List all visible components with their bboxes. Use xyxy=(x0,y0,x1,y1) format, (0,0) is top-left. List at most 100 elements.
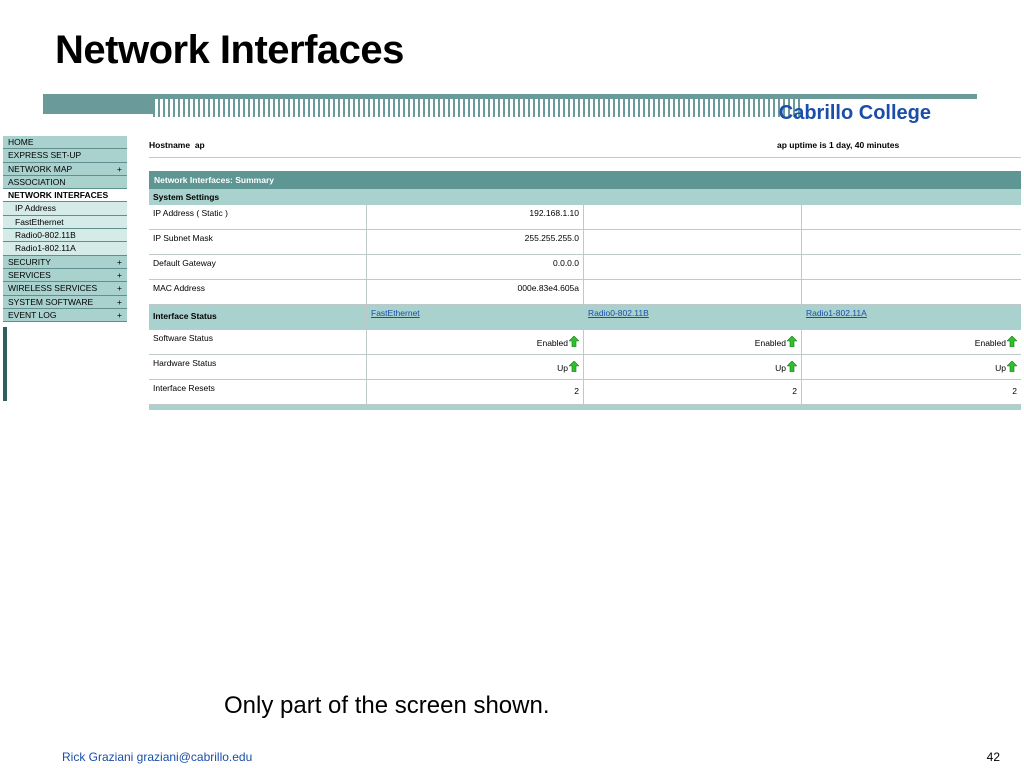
status-value: Up xyxy=(557,363,568,373)
row-label: MAC Address xyxy=(149,280,367,304)
sidebar-item-ip-address[interactable]: IP Address xyxy=(3,202,127,216)
interface-link-cell: FastEthernet xyxy=(367,305,584,329)
status-value: Enabled xyxy=(754,338,786,348)
sidebar-item-association[interactable]: ASSOCIATION xyxy=(3,175,127,190)
sidebar-item-label: SERVICES xyxy=(8,269,51,280)
expand-icon: + xyxy=(117,309,122,320)
sidebar-item-wireless-services[interactable]: WIRELESS SERVICES + xyxy=(3,282,127,296)
row-label: Interface Resets xyxy=(149,380,367,404)
table-row: MAC Address 000e.83e4.605a xyxy=(149,280,1021,305)
slide-title: Network Interfaces xyxy=(55,28,404,72)
sidebar-item-express-setup[interactable]: EXPRESS SET-UP xyxy=(3,149,127,163)
sidebar-item-label: HOME xyxy=(8,137,34,147)
status-value: Up xyxy=(775,363,786,373)
fastethernet-link[interactable]: FastEthernet xyxy=(371,308,420,318)
sidebar-item-radio1[interactable]: Radio1-802.11A xyxy=(3,242,127,256)
status-cell: Up xyxy=(367,355,584,379)
sidebar-item-label: ASSOCIATION xyxy=(8,176,66,187)
sidebar-item-label: NETWORK MAP xyxy=(8,163,73,174)
row-label: Hardware Status xyxy=(149,355,367,379)
resets-cell: 2 xyxy=(367,380,584,404)
table-row: Interface Resets 2 2 2 xyxy=(149,380,1021,405)
sidebar-item-network-map[interactable]: NETWORK MAP + xyxy=(3,162,127,176)
interface-status-header: Interface Status FastEthernet Radio0-802… xyxy=(149,305,1021,330)
hostname-line: Hostname ap xyxy=(149,140,205,150)
system-settings-header: System Settings xyxy=(149,189,1021,205)
expand-icon: + xyxy=(117,163,122,174)
sidebar-item-home[interactable]: HOME xyxy=(3,136,127,150)
slide-caption: Only part of the screen shown. xyxy=(224,692,550,719)
empty-cell xyxy=(584,255,802,279)
sidebar-nav: HOME EXPRESS SET-UP NETWORK MAP + ASSOCIA… xyxy=(3,136,127,401)
resets-cell: 2 xyxy=(1012,386,1017,396)
green-up-arrow-icon xyxy=(1007,336,1017,347)
green-up-arrow-icon xyxy=(787,361,797,372)
expand-icon: + xyxy=(117,269,122,280)
sidebar-item-label: WIRELESS SERVICES xyxy=(8,283,98,294)
radio0-link[interactable]: Radio0-802.11B xyxy=(588,308,649,318)
panel-title: Network Interfaces: Summary xyxy=(149,171,1021,189)
sidebar-item-label: NETWORK INTERFACES xyxy=(8,190,109,201)
sidebar-item-fastethernet[interactable]: FastEthernet xyxy=(3,215,127,230)
green-up-arrow-icon xyxy=(787,336,797,347)
empty-cell xyxy=(802,230,1021,254)
sidebar-strip xyxy=(3,327,7,401)
expand-icon: + xyxy=(117,256,122,267)
hostname-label: Hostname xyxy=(149,140,191,150)
status-value: Enabled xyxy=(974,338,1006,348)
table-row: Default Gateway 0.0.0.0 xyxy=(149,255,1021,280)
row-label: Default Gateway xyxy=(149,255,367,279)
sidebar-item-label: FastEthernet xyxy=(15,216,64,227)
sidebar-item-label: SYSTEM SOFTWARE xyxy=(8,296,94,307)
empty-cell xyxy=(802,280,1021,304)
table-row: Hardware Status Up Up Up xyxy=(149,355,1021,380)
row-label: IP Address ( Static ) xyxy=(149,205,367,229)
table-row: IP Subnet Mask 255.255.255.0 xyxy=(149,230,1021,255)
sidebar-item-services[interactable]: SERVICES + xyxy=(3,268,127,283)
sidebar-item-security[interactable]: SECURITY + xyxy=(3,255,127,269)
section-label: Interface Status xyxy=(153,311,217,321)
panel-footer-bar xyxy=(149,405,1021,410)
table-row: IP Address ( Static ) 192.168.1.10 xyxy=(149,205,1021,230)
radio1-link[interactable]: Radio1-802.11A xyxy=(806,308,867,318)
sidebar-item-event-log[interactable]: EVENT LOG + xyxy=(3,308,127,323)
row-value: 255.255.255.0 xyxy=(367,230,584,254)
hostname-value: ap xyxy=(194,140,205,150)
status-cell: Enabled xyxy=(802,330,1021,354)
banner: Cabrillo College xyxy=(43,94,977,124)
empty-cell xyxy=(584,230,802,254)
sidebar-item-network-interfaces[interactable]: NETWORK INTERFACES xyxy=(3,189,127,203)
sidebar-item-radio0[interactable]: Radio0-802.11B xyxy=(3,229,127,243)
header-divider xyxy=(149,157,1021,158)
row-value: 0.0.0.0 xyxy=(367,255,584,279)
row-value: 192.168.1.10 xyxy=(367,205,584,229)
expand-icon: + xyxy=(117,296,122,307)
status-value: Up xyxy=(995,363,1006,373)
green-up-arrow-icon xyxy=(1007,361,1017,372)
banner-solid xyxy=(43,99,153,114)
page-number: 42 xyxy=(986,750,1000,764)
status-cell: Enabled xyxy=(584,330,802,354)
sidebar-item-label: EVENT LOG xyxy=(8,309,57,320)
summary-panel: Network Interfaces: Summary System Setti… xyxy=(149,171,1021,410)
status-cell: Up xyxy=(802,355,1021,379)
brand-logo: Cabrillo College xyxy=(778,102,931,124)
sidebar-item-label: Radio1-802.11A xyxy=(15,243,76,254)
empty-cell xyxy=(802,255,1021,279)
interface-link-cell: Radio0-802.11B xyxy=(584,305,802,329)
footer-author: Rick Graziani graziani@cabrillo.edu xyxy=(62,750,253,764)
sidebar-item-label: IP Address xyxy=(15,203,56,214)
empty-cell xyxy=(584,205,802,229)
empty-cell xyxy=(584,280,802,304)
sidebar-item-system-software[interactable]: SYSTEM SOFTWARE + xyxy=(3,295,127,309)
status-cell: Up xyxy=(584,355,802,379)
row-label: IP Subnet Mask xyxy=(149,230,367,254)
status-value: Enabled xyxy=(536,338,568,348)
row-value: 000e.83e4.605a xyxy=(367,280,584,304)
expand-icon: + xyxy=(117,283,122,294)
sidebar-item-label: Radio0-802.11B xyxy=(15,230,76,241)
banner-stripes xyxy=(153,99,803,117)
sidebar-item-label: EXPRESS SET-UP xyxy=(8,150,82,161)
table-row: Software Status Enabled Enabled Enabled xyxy=(149,330,1021,355)
uptime-text: ap uptime is 1 day, 40 minutes xyxy=(777,140,900,150)
